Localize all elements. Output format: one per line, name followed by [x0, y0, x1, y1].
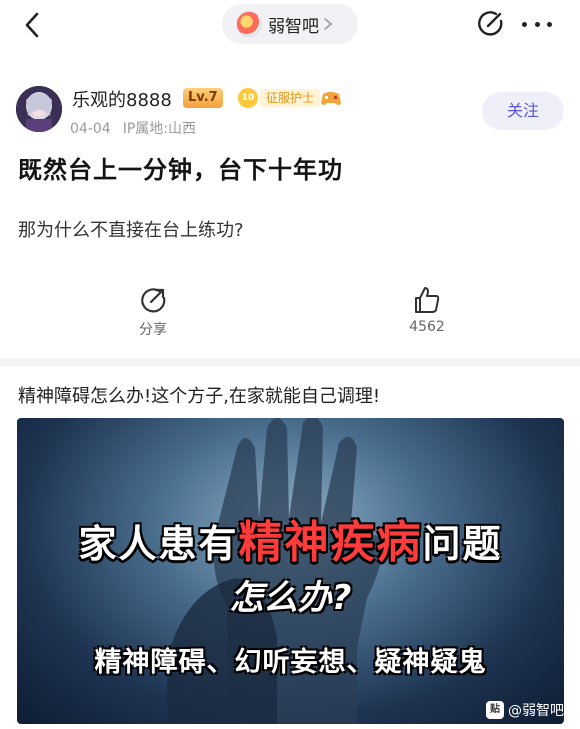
more-icon-dot [522, 21, 527, 27]
ad-title[interactable]: 精神障碍怎么办!这个方子,在家就能自己调理! [18, 382, 380, 408]
back-button[interactable] [18, 10, 48, 40]
more-icon-dot [547, 21, 552, 27]
level-badge: Lv.7 [183, 88, 223, 108]
ad-subheadline: 怎么办? [229, 578, 352, 618]
forum-link[interactable]: 弱智吧 [222, 4, 358, 44]
section-divider [0, 358, 580, 366]
like-count: 4562 [409, 319, 445, 335]
ad-headline: 家人患有精神疾病问题 [17, 506, 564, 570]
post-meta: 04-04 IP属地:山西 [70, 118, 196, 138]
more-icon-dot [534, 21, 540, 27]
title-badge-level: 10 [238, 88, 258, 108]
game-controller-icon [321, 92, 341, 105]
tieba-logo-icon: 贴 [486, 701, 504, 719]
forum-name: 弱智吧 [268, 16, 319, 37]
share-button[interactable]: 分享 [113, 285, 193, 339]
ad-headline-part1: 家人患有 [78, 522, 239, 566]
post-title: 既然台上一分钟，台下十年功 [18, 156, 343, 184]
title-badge: 10 征服护士 [238, 88, 321, 108]
like-button[interactable]: 4562 [387, 285, 467, 335]
ad-headline-highlight: 精神疾病 [238, 517, 423, 568]
top-bar: 弱智吧 [0, 0, 580, 50]
watermark: 贴 @弱智吧 [486, 700, 564, 720]
edit-icon [478, 11, 503, 36]
avatar-image [16, 86, 62, 132]
post-date: 04-04 [70, 121, 111, 137]
ad-headline-part2: 问题 [422, 522, 503, 566]
ad-image[interactable]: 家人患有精神疾病问题 怎么办? 精神障碍、幻听妄想、疑神疑鬼 贴 @弱智吧 [17, 418, 564, 724]
back-icon [25, 12, 39, 38]
share-icon [141, 288, 166, 313]
forum-avatar-icon [236, 11, 262, 37]
post-body: 那为什么不直接在台上练功? [18, 220, 244, 241]
edit-button[interactable] [474, 8, 506, 40]
username[interactable]: 乐观的8888 [72, 86, 172, 112]
title-badge-label: 征服护士 [260, 89, 321, 107]
watermark-text: @弱智吧 [508, 703, 564, 719]
chevron-right-icon [324, 18, 333, 30]
share-label: 分享 [139, 322, 167, 338]
ip-location: IP属地:山西 [122, 121, 196, 137]
more-button[interactable] [522, 14, 552, 34]
ad-symptoms: 精神障碍、幻听妄想、疑神疑鬼 [94, 647, 487, 678]
follow-button[interactable]: 关注 [482, 92, 564, 130]
thumbs-up-icon [415, 287, 440, 313]
avatar[interactable] [16, 86, 62, 132]
